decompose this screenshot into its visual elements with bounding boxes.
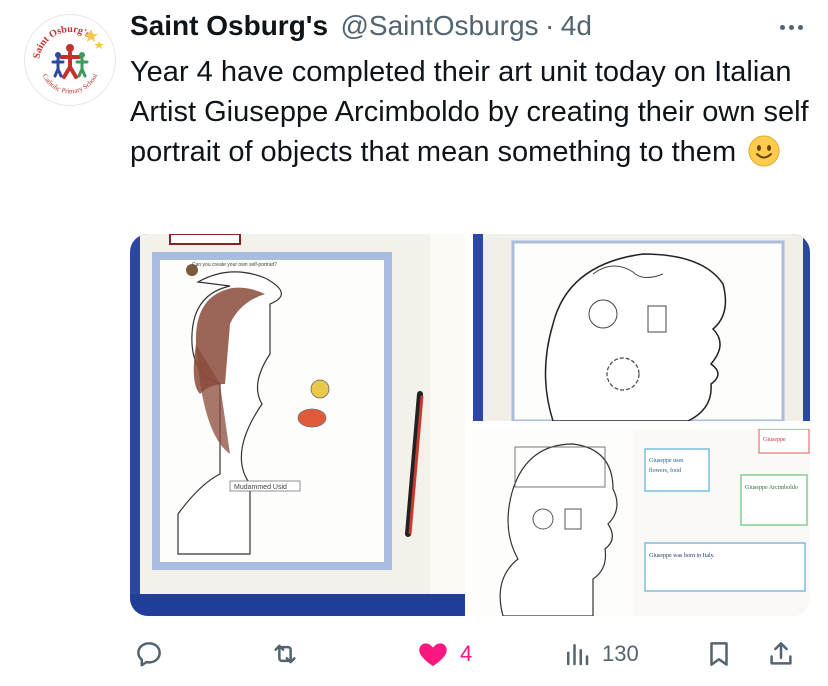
share-button[interactable] [766, 630, 796, 678]
note-3: Giuseppe was born in Italy. [649, 553, 715, 559]
note-1: Giuseppe uses [649, 458, 684, 464]
tweet-timestamp[interactable]: 4d [561, 10, 592, 41]
separator-dot: · [545, 10, 555, 41]
photo-1[interactable]: Mudammed Usid Can you create your own se… [130, 234, 465, 616]
retweet-icon [274, 644, 296, 664]
svg-text:Catholic Primary School: Catholic Primary School [41, 72, 100, 95]
more-dot-icon [788, 24, 794, 30]
like-button[interactable]: 4 [416, 630, 472, 678]
note-1b: flowers, food [649, 467, 681, 474]
more-dot-icon [797, 24, 803, 30]
bookmark-button[interactable] [704, 630, 734, 678]
name-label: Mudammed Usid [234, 484, 287, 491]
logo-text-bottom: Catholic Primary School [41, 72, 100, 95]
more-options-button[interactable] [774, 14, 808, 40]
tweet-body: Year 4 have completed their art unit tod… [130, 56, 809, 168]
school-logo: Saint Osburg's Catholic Primary School [31, 24, 104, 95]
photo-3[interactable]: Giuseppe uses flowers, food Giuseppe Arc… [473, 429, 810, 616]
tweet-header: Saint Osburg's @SaintOsburgs · 4d [130, 10, 808, 46]
action-bar: 4 130 [130, 630, 810, 678]
views-icon [567, 644, 589, 666]
more-dot-icon [779, 24, 785, 30]
like-count: 4 [460, 641, 473, 666]
views-count: 130 [602, 641, 639, 666]
reply-icon [137, 642, 161, 667]
smiling-face-emoji-icon [748, 135, 780, 178]
views-button[interactable]: 130 [562, 630, 639, 678]
share-icon [770, 642, 792, 665]
note-2: Giuseppe Arcimboldo [745, 485, 798, 491]
heart-icon [419, 643, 447, 667]
retweet-button[interactable] [270, 630, 310, 678]
author-name[interactable]: Saint Osburg's [130, 10, 328, 41]
avatar[interactable]: Saint Osburg's Catholic Primary School [24, 14, 116, 106]
media-grid: Mudammed Usid Can you create your own se… [130, 234, 810, 616]
note-4: Giuseppe [763, 437, 786, 443]
bookmark-icon [710, 642, 728, 666]
tweet-text: Year 4 have completed their art unit tod… [130, 52, 810, 178]
photo-2[interactable] [473, 234, 810, 421]
author-handle[interactable]: @SaintOsburgs [340, 10, 538, 41]
worksheet-title: Can you create your own self-portrait? [192, 262, 277, 268]
reply-button[interactable] [134, 630, 174, 678]
